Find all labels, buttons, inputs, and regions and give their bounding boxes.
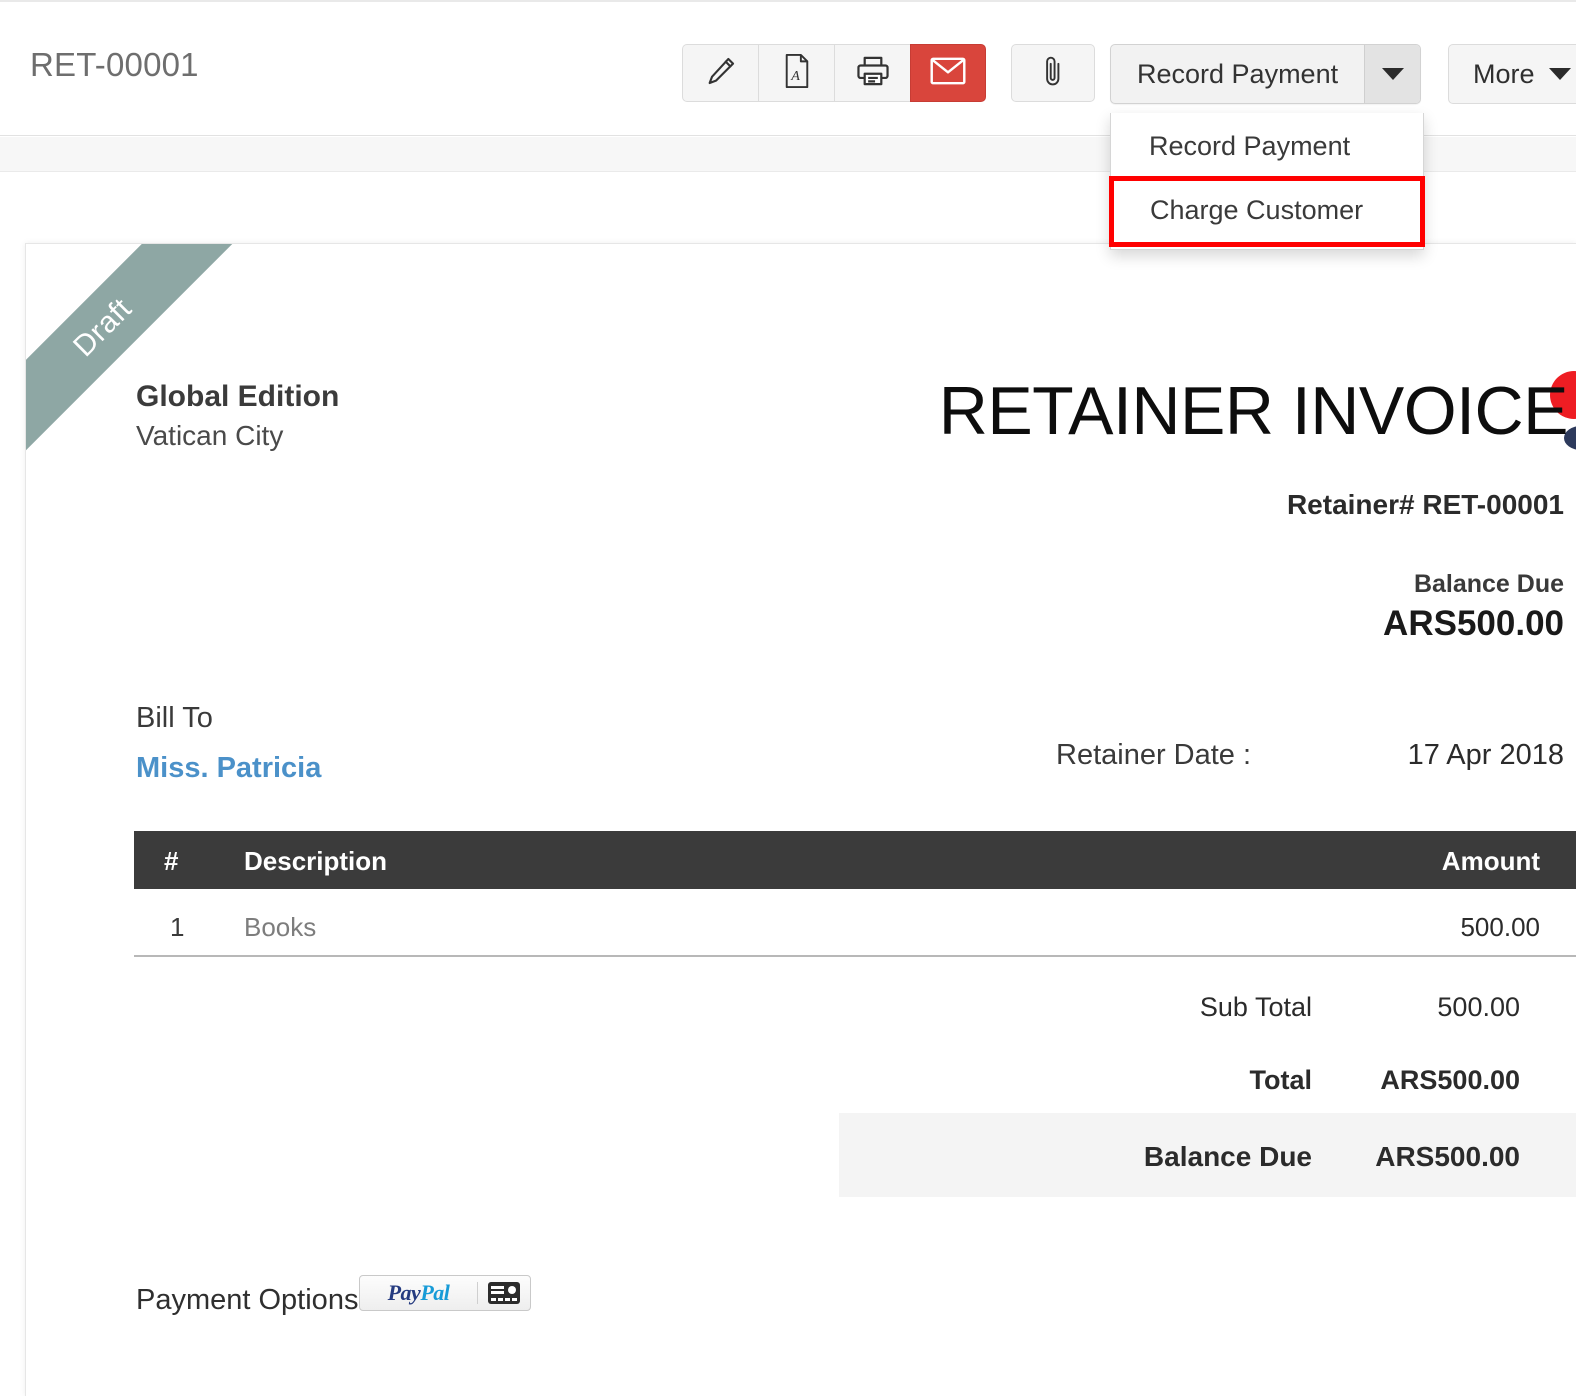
paypal-payment-button[interactable]: PayPal — [359, 1275, 531, 1311]
total-label: Total — [1250, 1065, 1313, 1096]
retainer-invoice-page: RET-00001 A — [0, 0, 1576, 1396]
pdf-button[interactable]: A — [758, 44, 834, 102]
menu-item-record-payment[interactable]: Record Payment — [1111, 121, 1423, 172]
record-payment-dropdown-toggle[interactable] — [1364, 45, 1420, 103]
column-header-amount: Amount — [1442, 846, 1540, 877]
table-row: 1 Books 500.00 — [134, 889, 1576, 957]
bill-to-label: Bill To — [136, 702, 213, 735]
payment-options-label: Payment Options — [136, 1284, 358, 1317]
chevron-down-icon — [1382, 68, 1404, 80]
balance-due-label: Balance Due — [1144, 1141, 1312, 1173]
page-title: RET-00001 — [30, 46, 199, 84]
company-name: Global Edition — [136, 380, 339, 414]
paperclip-icon — [1041, 53, 1065, 94]
svg-text:A: A — [790, 68, 800, 84]
balance-due-value: ARS500.00 — [1375, 1141, 1520, 1173]
envelope-icon — [929, 56, 967, 91]
ribbon-fold-bottom — [26, 410, 44, 424]
ribbon-fold-top — [190, 244, 208, 258]
invoice-document: Draft Global Edition Vatican City RETAIN… — [25, 243, 1576, 1396]
total-value: ARS500.00 — [1380, 1065, 1520, 1096]
menu-item-charge-customer[interactable]: Charge Customer — [1109, 176, 1425, 247]
paypal-logo-icon: PayPal — [360, 1280, 477, 1306]
credit-card-icon — [478, 1282, 530, 1304]
printer-icon — [855, 54, 891, 93]
pencil-icon — [704, 54, 738, 93]
more-button[interactable]: More — [1448, 44, 1576, 104]
record-payment-button[interactable]: Record Payment — [1111, 45, 1364, 103]
company-address: Vatican City — [136, 420, 283, 452]
attachment-button[interactable] — [1011, 44, 1095, 102]
line-item-description: Books — [244, 912, 316, 943]
balance-due-header-amount: ARS500.00 — [1383, 604, 1564, 644]
column-header-description: Description — [244, 846, 387, 877]
pdf-file-icon: A — [781, 53, 813, 94]
line-items-header-row: # Description Amount — [134, 831, 1576, 889]
more-button-label: More — [1473, 59, 1535, 90]
bill-to-customer-link[interactable]: Miss. Patricia — [136, 752, 321, 785]
balance-due-header-label: Balance Due — [1414, 570, 1564, 599]
email-button[interactable] — [910, 44, 986, 102]
sub-total-label: Sub Total — [1200, 992, 1312, 1023]
chevron-down-icon — [1549, 68, 1571, 80]
line-item-index: 1 — [170, 912, 184, 943]
retainer-number: Retainer# RET-00001 — [1287, 489, 1564, 521]
retainer-date-value: 17 Apr 2018 — [1408, 739, 1564, 772]
sub-total-value: 500.00 — [1437, 992, 1520, 1023]
paypal-logo-part-b: Pal — [420, 1280, 449, 1305]
column-header-index: # — [164, 846, 178, 877]
action-icon-group: A — [682, 44, 986, 102]
line-item-amount: 500.00 — [1460, 912, 1540, 943]
retainer-date-label: Retainer Date : — [1056, 739, 1251, 772]
record-payment-dropdown-menu: Record Payment Charge Customer — [1110, 113, 1424, 250]
edit-button[interactable] — [682, 44, 758, 102]
print-button[interactable] — [834, 44, 910, 102]
invoice-title: RETAINER INVOICE — [939, 372, 1568, 450]
record-payment-split-button: Record Payment — [1110, 44, 1421, 104]
paypal-logo-part-a: Pay — [388, 1280, 421, 1305]
